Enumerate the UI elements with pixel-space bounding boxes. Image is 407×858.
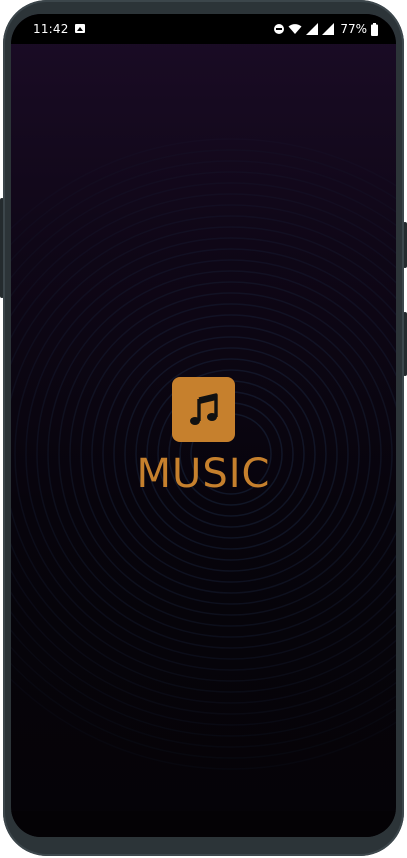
dnd-icon	[274, 24, 285, 34]
app-title: MUSIC	[136, 451, 271, 497]
phone-device: 11:42 77% MUSIC	[0, 0, 407, 858]
status-icons: 77%	[274, 21, 378, 37]
screen: 11:42 77% MUSIC	[11, 14, 396, 837]
signal-icon	[306, 23, 319, 35]
status-bar: 11:42 77%	[11, 14, 396, 44]
image-icon	[75, 24, 85, 33]
status-time: 11:42	[33, 22, 69, 36]
wifi-icon	[288, 23, 302, 35]
battery-percent: 77%	[340, 22, 367, 36]
battery-icon	[371, 22, 378, 36]
bottom-bar	[11, 811, 396, 837]
app-logo	[172, 377, 235, 442]
music-note-icon	[189, 392, 218, 425]
signal-icon-2	[322, 23, 335, 35]
